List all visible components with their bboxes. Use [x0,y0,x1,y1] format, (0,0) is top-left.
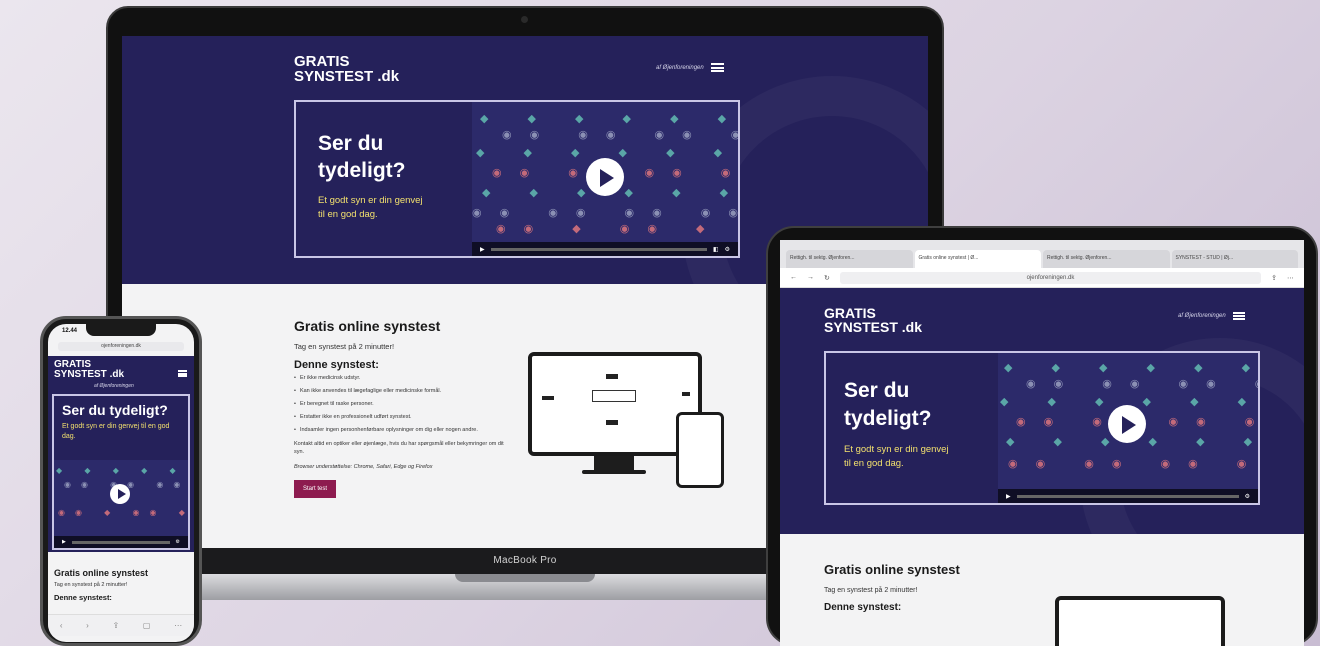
ipad-byline: af Øjenforeningen [1178,313,1226,319]
iphone-address-field[interactable]: ojenforeningen.dk [58,342,184,351]
hero-subtitle-line1: Et godt syn er din genvej [318,195,423,206]
hero-title-line1: Ser du [318,132,384,155]
volume-icon[interactable]: ◧ [713,246,719,253]
start-test-button[interactable]: Start test [294,480,337,498]
bullet-list: Er ikke medicinsk udstyr. Kan ikke anven… [294,374,514,434]
video-progress[interactable] [490,247,707,251]
bullet-item: Er beregnet til raske personer. [294,400,514,408]
play-control-icon[interactable]: ▶ [62,539,66,545]
byline: af Øjenforeningen [656,64,704,71]
ipad-address-field[interactable]: ojenforeningen.dk [839,271,1262,284]
play-button[interactable] [586,158,624,196]
ipad-tab-bar: Rettigh. til sektg. Øjenforen... Gratis … [780,240,1304,268]
bullet-item: Kan ikke anvendes til lægefaglige eller … [294,387,514,395]
hero-card: Ser du tydeligt? Et godt syn er din genv… [294,100,740,258]
ipad-play-button[interactable] [1108,405,1146,443]
iphone-content-tagline: Tag en synstest på 2 minutter! [54,582,128,588]
content-subheading: Denne synstest: [294,359,379,371]
ipad-video-controls: ▶ ⚙ [998,489,1258,503]
bullet-item: Indsamler ingen personhenførbare oplysni… [294,426,514,434]
video-controls: ▶ ◧ ⚙ [472,242,738,256]
iphone-logo[interactable]: GRATIS SYNSTEST .dk [54,360,124,380]
iphone-menu-icon[interactable] [178,370,187,377]
ipad-content: Gratis online synstest Tag en synstest p… [824,562,1044,613]
iphone-hero: GRATIS SYNSTEST .dk af Øjenforeningen Se… [48,356,194,552]
ipad-content-heading: Gratis online synstest [824,562,960,577]
iphone-content-subheading: Denne synstest: [54,593,112,602]
share-icon[interactable]: ⇪ [113,621,120,630]
macbook-content: Gratis online synstest Tag en synstest p… [294,318,514,498]
iphone-content-heading: Gratis online synstest [54,568,149,578]
back-icon[interactable]: ← [790,274,797,281]
browser-support-text: Browser understøttelse: Chrome, Safari, … [294,464,433,470]
browser-tab[interactable]: Rettigh. til sektg. Øjenforen... [1043,250,1170,268]
site-logo[interactable]: GRATIS SYNSTEST .dk [294,54,399,84]
browser-tab[interactable]: SYNSTEST - STUD | Øj... [1171,250,1298,268]
iphone-hero-subtitle: Et godt syn er din genvej til en god dag… [62,423,170,440]
forward-icon[interactable]: → [807,274,814,281]
more-icon[interactable]: ⋯ [1287,274,1294,282]
play-control-icon[interactable]: ▶ [1006,493,1011,500]
tabs-icon[interactable]: ⋯ [174,621,182,630]
iphone-content: Gratis online synstest Tag en synstest p… [54,568,190,602]
macbook-camera [521,16,528,23]
back-icon[interactable]: ‹ [60,621,63,630]
iphone-toolbar: ‹ › ⇪ ▢ ⋯ [48,614,194,636]
logo-line1: GRATIS [294,53,350,70]
ipad-menu-icon[interactable] [1232,312,1245,320]
reload-icon[interactable]: ↻ [824,274,830,282]
iphone-time: 12.44 [62,328,78,334]
ipad-logo[interactable]: GRATIS SYNSTEST .dk [824,306,922,334]
iphone-notch [86,324,156,336]
video-progress[interactable] [1016,494,1239,498]
menu-icon[interactable] [710,63,724,72]
ipad-content-subheading: Denne synstest: [824,602,902,613]
settings-icon[interactable]: ⚙ [1245,493,1250,500]
content-tagline: Tag en synstest på 2 minutter! [294,342,395,351]
ipad-url-bar: ← → ↻ ojenforeningen.dk ⇪ ⋯ [780,268,1304,288]
hero-title-line2: tydeligt? [318,159,406,182]
content-heading: Gratis online synstest [294,318,441,334]
iphone-hero-card: Ser du tydeligt? Et godt syn er din genv… [52,394,190,550]
logo-suffix: .dk [377,68,400,85]
iphone-video-controls: ▶ ⚙ [54,536,188,548]
browser-tab[interactable]: Rettigh. til sektg. Øjenforen... [786,250,913,268]
iphone-play-button[interactable] [110,484,130,504]
ipad-content-tagline: Tag en synstest på 2 minutter! [824,587,918,594]
settings-icon[interactable]: ⚙ [725,246,730,253]
macbook-label: MacBook Pro [493,555,557,566]
browser-tab-active[interactable]: Gratis online synstest | Ø... [914,250,1041,268]
macbook-notch [455,574,595,582]
ipad-video-player[interactable]: ◆ ◆ ◆ ◆ ◆ ◆ ◆ ◆ ◉◉ ◉◉ ◉◉ ◉◉ ◆ ◆ ◆ ◆ ◆ ◆ … [998,353,1258,503]
iphone-video-player[interactable]: ◆ ◆ ◆ ◆ ◆ ◆ ◉◉ ◉◉ ◉◉ ◉◉ ◆ ◉◉ ◆ ▶ ⚙ [54,460,188,548]
ipad-device-illustration [1055,596,1225,646]
share-icon[interactable]: ⇪ [1271,274,1277,282]
ipad-screen: Rettigh. til sektg. Øjenforen... Gratis … [780,240,1304,646]
video-progress[interactable] [71,540,170,544]
forward-icon[interactable]: › [86,621,89,630]
bookmarks-icon[interactable]: ▢ [143,621,151,630]
settings-icon[interactable]: ⚙ [176,539,180,545]
device-illustration [528,352,724,488]
logo-line2: SYNSTEST [294,68,374,85]
ipad-hero: GRATIS SYNSTEST .dk af Øjenforeningen Se… [780,288,1304,534]
contact-text: Kontakt altid en optiker eller øjenlæge,… [294,441,504,455]
iphone-screen: 12.44 ojenforeningen.dk GRATIS SYNSTEST … [48,324,194,642]
bullet-item: Erstatter ikke en professionelt udført s… [294,413,514,421]
iphone-hero-title: Ser du tydeligt? [62,402,168,418]
play-control-icon[interactable]: ▶ [480,246,485,253]
iphone-byline: af Øjenforeningen [94,383,134,389]
bullet-item: Er ikke medicinsk udstyr. [294,374,514,382]
hero-subtitle-line2: til en god dag. [318,209,378,220]
ipad-hero-card: Ser du tydeligt? Et godt syn er din genv… [824,351,1260,505]
video-player[interactable]: ◆ ◆ ◆ ◆ ◆ ◆ ◆ ◆ ◉◉ ◉◉ ◉◉ ◉◉ ◆ ◆ ◆ ◆ ◆ ◆ … [472,102,738,256]
